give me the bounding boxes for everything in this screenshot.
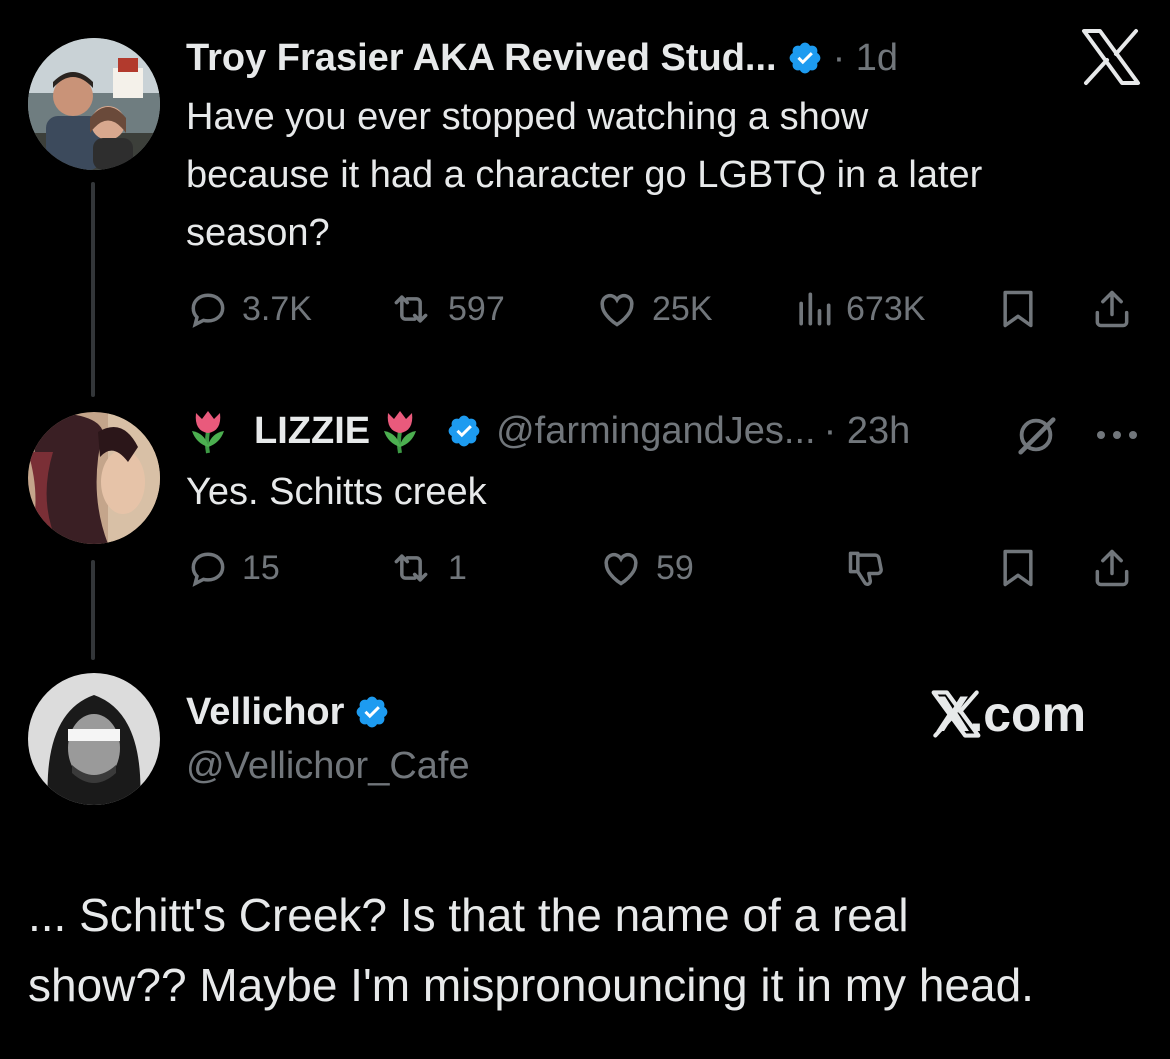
dislike-button[interactable] [844,546,890,590]
share-icon [1095,549,1129,587]
display-name[interactable]: LIZZIE [254,410,370,453]
avatar-vellichor[interactable] [28,673,160,805]
bookmark-button[interactable] [998,546,1038,590]
display-name[interactable]: Vellichor [186,691,344,734]
tweet-text-line: season? [186,212,330,254]
tulip-emoji-icon [192,411,224,454]
tweet-text-line: because it had a character go LGBTQ in a… [186,154,983,196]
display-name[interactable]: Troy Frasier AKA Revived Stud... [186,37,777,80]
verified-badge-icon [789,42,820,74]
avatar-lizzie[interactable] [28,412,160,544]
share-button[interactable] [1090,546,1134,590]
tweet-2-header: LIZZIE @farmingandJes... · 23h [186,405,910,457]
tweet-time[interactable]: · 23h [824,410,911,453]
avatar-lizzie-image [28,412,160,544]
tweet-time[interactable]: · 1d [833,37,898,80]
share-button[interactable] [1090,287,1134,331]
retweet-button[interactable]: 1 [386,546,467,590]
retweet-icon [394,554,428,582]
tweet-3-text: ... Schitt's Creek? Is that the name of … [28,880,1148,1020]
bookmark-icon [1003,549,1033,587]
x-logo-icon[interactable] [1080,28,1142,90]
views-icon [799,292,831,326]
dislike-icon [848,551,883,586]
reply-count: 3.7K [242,289,312,328]
heart-icon [604,552,638,586]
retweet-count: 1 [448,548,467,587]
handle[interactable]: @farmingandJes... [496,410,816,453]
tulip-emoji-icon [384,411,417,454]
reply-button[interactable]: 15 [186,546,280,590]
x-com-watermark: X.com [930,686,1086,742]
avatar-vellichor-image [28,673,160,805]
like-count: 25K [652,289,713,328]
heart-icon [600,293,634,327]
tweet-1-header: Troy Frasier AKA Revived Stud... · 1d [186,32,898,84]
reply-count: 15 [242,548,280,587]
verified-badge-icon [448,415,480,447]
tweet-text-line: Have you ever stopped watching a show [186,96,869,138]
tweet-1-text: Have you ever stopped watching a show be… [186,88,1146,262]
like-button[interactable]: 59 [598,546,694,590]
brand-text: X.com [936,686,1087,742]
retweet-count: 597 [448,289,505,328]
tweet-text-line: show?? Maybe I'm mispronouncing it in my… [28,959,1034,1011]
reply-icon [191,552,225,587]
retweet-button[interactable]: 597 [386,287,505,331]
tweet-3-header: Vellichor [186,686,390,738]
grok-icon[interactable] [1012,412,1060,463]
tweet-2-actions: 15 1 59 [186,546,1134,594]
like-button[interactable]: 25K [594,287,713,331]
views-button[interactable]: 673K [794,287,925,331]
reply-button[interactable]: 3.7K [186,287,312,331]
avatar-troy-image [28,38,160,170]
handle[interactable]: @Vellichor_Cafe [186,745,470,788]
more-icon[interactable] [1094,428,1140,446]
tweet-2-text: Yes. Schitts creek [186,471,487,513]
tweet-1-actions: 3.7K 597 25K 673K [186,287,1134,335]
reply-icon [191,293,225,328]
like-count: 59 [656,548,694,587]
thread-line-2 [91,560,95,660]
bookmark-icon [1003,290,1033,328]
bookmark-button[interactable] [998,287,1038,331]
avatar-troy[interactable] [28,38,160,170]
tweet-text-line: ... Schitt's Creek? Is that the name of … [28,889,909,941]
share-icon [1095,290,1129,328]
retweet-icon [394,295,428,323]
views-count: 673K [846,289,926,328]
verified-badge-icon [357,696,388,728]
thread-line-1 [91,182,95,397]
